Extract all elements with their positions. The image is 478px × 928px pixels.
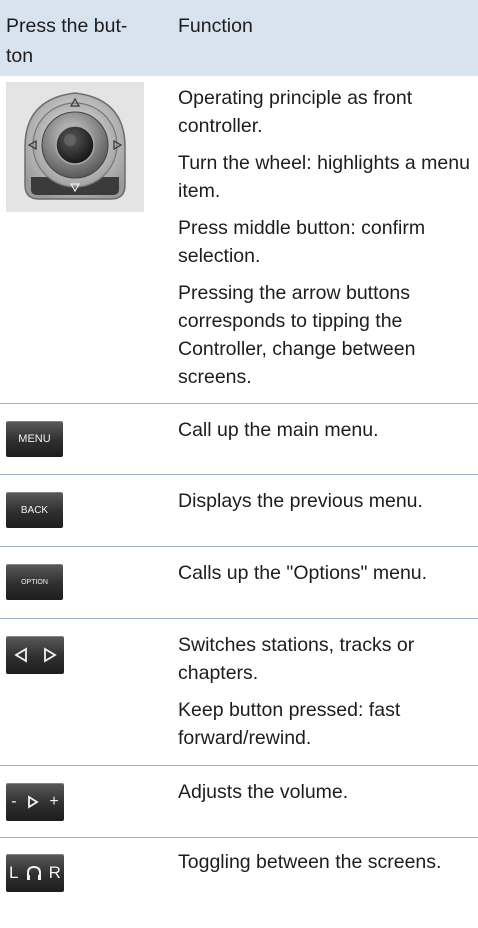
lqr-left-label: L [9, 863, 19, 882]
volume-description: Adjusts the volume. [178, 778, 476, 815]
header-press-button-line1: Press the but- [6, 15, 128, 37]
back-icon-cell: BACK [6, 492, 63, 528]
menu-icon-cell: MENU [6, 421, 63, 457]
header-press-button: Press the but- ton [6, 11, 166, 71]
controller-knob-icon [24, 92, 126, 200]
option-icon-cell: OPTION [6, 564, 63, 600]
description-line: Pressing the arrow buttons corresponds t… [178, 282, 416, 388]
volume-minus-label: - [11, 793, 17, 810]
description-line: Switches stations, tracks or chapters. [178, 634, 415, 684]
arrows-description: Switches stations, tracks or chapters. K… [178, 631, 476, 761]
arrows-icon-cell [6, 636, 64, 674]
left-arrow-icon [13, 647, 27, 663]
controller-description: Operating principle as front controller.… [178, 84, 476, 400]
controller-icon-cell [6, 82, 144, 212]
description-line: Toggling between the screens. [178, 851, 442, 873]
table-row: - + Adjusts the volume. [0, 766, 478, 838]
menu-description: Call up the main menu. [178, 416, 476, 453]
option-button[interactable]: OPTION [6, 564, 63, 600]
lqr-icon-cell: L R [6, 854, 64, 892]
lqr-right-label: R [48, 863, 61, 882]
table-row: L R Toggling between the screens. [0, 838, 478, 928]
right-arrow-icon [43, 647, 57, 663]
headphones-icon [26, 865, 41, 880]
description-line: Adjusts the volume. [178, 781, 349, 803]
function-table: Press the but- ton Function Operating pr… [0, 0, 478, 928]
table-row: OPTION Calls up the "Options" menu. [0, 547, 478, 619]
description-line: Calls up the "Options" menu. [178, 562, 428, 584]
header-press-button-line2: ton [6, 45, 34, 67]
description-line: Call up the main menu. [178, 419, 379, 441]
description-line: Press middle button: confirm selection. [178, 217, 426, 267]
option-description: Calls up the "Options" menu. [178, 559, 476, 596]
table-header: Press the but- ton Function [0, 0, 478, 76]
table-row: Switches stations, tracks or chapters. K… [0, 619, 478, 766]
table-row: MENU Call up the main menu. [0, 404, 478, 475]
table-row: Operating principle as front controller.… [0, 76, 478, 404]
volume-icon-cell: - + [6, 783, 64, 821]
description-line: Operating principle as front controller. [178, 87, 413, 137]
screen-toggle-button[interactable]: L R [6, 854, 64, 892]
back-description: Displays the previous menu. [178, 487, 476, 524]
description-line: Displays the previous menu. [178, 490, 423, 512]
play-icon [28, 795, 39, 809]
controller-image [6, 82, 144, 212]
description-line: Turn the wheel: highlights a menu item. [178, 152, 470, 202]
table-row: BACK Displays the previous menu. [0, 475, 478, 547]
menu-button[interactable]: MENU [6, 421, 63, 457]
volume-button[interactable]: - + [6, 783, 64, 821]
header-function: Function [178, 15, 253, 37]
description-line: Keep button pressed: fast forward/rewind… [178, 699, 401, 749]
back-button[interactable]: BACK [6, 492, 63, 528]
volume-plus-label: + [49, 793, 59, 810]
track-arrows-button[interactable] [6, 636, 64, 674]
lqr-description: Toggling between the screens. [178, 848, 476, 876]
